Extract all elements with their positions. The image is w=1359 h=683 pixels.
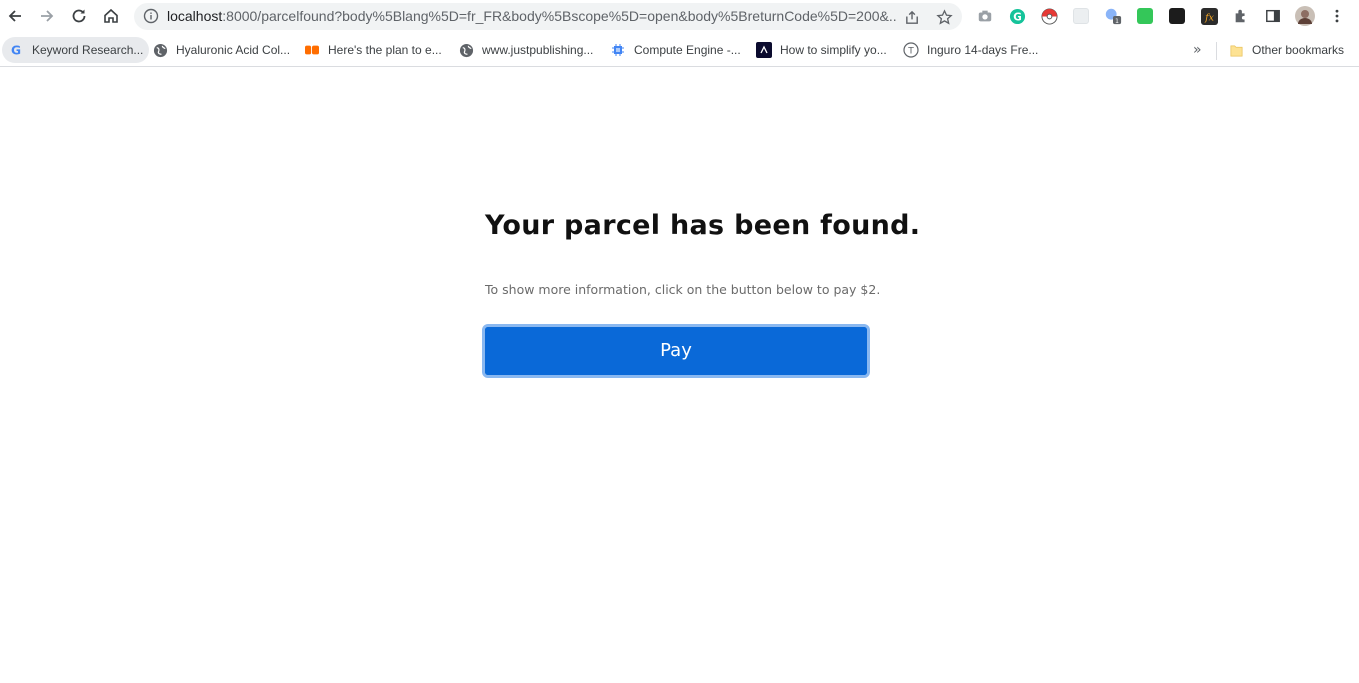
camera-icon bbox=[978, 10, 992, 22]
grammarly-icon: G bbox=[1009, 8, 1025, 24]
chip-icon bbox=[610, 42, 626, 58]
page-subtitle: To show more information, click on the b… bbox=[485, 282, 881, 297]
letter-t-icon: T bbox=[903, 42, 919, 58]
bookmark-label: How to simplify yo... bbox=[780, 43, 887, 57]
more-vert-icon bbox=[1335, 9, 1339, 23]
avatar bbox=[1295, 6, 1315, 26]
bookmark-item[interactable]: How to simplify yo... bbox=[750, 37, 893, 63]
reload-button[interactable] bbox=[67, 4, 91, 28]
bookmark-item[interactable]: Compute Engine -... bbox=[604, 37, 747, 63]
browser-toolbar: localhost:8000/parcelfound?body%5Blang%5… bbox=[0, 0, 1359, 34]
page-title: Your parcel has been found. bbox=[485, 210, 921, 241]
pay-button[interactable]: Pay bbox=[482, 324, 870, 378]
bookmark-label: Here's the plan to e... bbox=[328, 43, 442, 57]
menu-button[interactable] bbox=[1327, 6, 1347, 26]
bookmark-label: Keyword Research... bbox=[32, 43, 144, 57]
svg-text:1: 1 bbox=[1115, 18, 1119, 25]
bookmark-item[interactable]: T Inguro 14-days Fre... bbox=[897, 37, 1044, 63]
bookmarks-overflow-button[interactable]: » bbox=[1193, 42, 1202, 58]
fx-extension[interactable]: fx bbox=[1199, 6, 1219, 26]
globe-icon bbox=[152, 42, 168, 58]
arrow-left-icon bbox=[8, 10, 21, 22]
url-path: :8000/parcelfound?body%5Blang%5D=fr_FR&b… bbox=[222, 8, 897, 24]
puzzle-icon bbox=[1235, 9, 1245, 23]
bookmarks-bar: G Keyword Research... Hyaluronic Acid Co… bbox=[0, 34, 1359, 67]
grammarly-extension[interactable]: G bbox=[1007, 6, 1027, 26]
camera-extension[interactable] bbox=[975, 6, 995, 26]
side-panel-button[interactable] bbox=[1263, 6, 1283, 26]
grid-icon bbox=[1073, 8, 1089, 24]
bookmark-label: Compute Engine -... bbox=[634, 43, 741, 57]
globe-icon bbox=[458, 42, 474, 58]
svg-text:G: G bbox=[1013, 11, 1022, 23]
globe-badge-icon: 1 bbox=[1105, 8, 1122, 25]
address-bar[interactable]: localhost:8000/parcelfound?body%5Blang%5… bbox=[134, 3, 962, 30]
bookmark-item[interactable]: www.justpublishing... bbox=[452, 37, 599, 63]
pay-button-label: Pay bbox=[485, 327, 867, 375]
share-button[interactable] bbox=[903, 8, 921, 26]
bookmarks-divider bbox=[1216, 42, 1217, 60]
home-icon bbox=[104, 8, 118, 23]
bookmark-item[interactable]: Hyaluronic Acid Col... bbox=[146, 37, 296, 63]
bookmark-star-button[interactable] bbox=[935, 8, 953, 26]
green-extension[interactable] bbox=[1135, 6, 1155, 26]
google-icon: G bbox=[8, 42, 24, 58]
pokeball-icon bbox=[1040, 7, 1058, 25]
svg-text:T: T bbox=[907, 47, 914, 57]
url-host: localhost bbox=[167, 8, 223, 24]
dark-logo-icon bbox=[756, 42, 772, 58]
side-panel-icon bbox=[1266, 9, 1280, 23]
share-icon bbox=[905, 10, 918, 24]
bookmark-label: Hyaluronic Acid Col... bbox=[176, 43, 291, 57]
translate-extension[interactable]: 1 bbox=[1103, 6, 1123, 26]
bookmark-item[interactable]: Here's the plan to e... bbox=[298, 37, 448, 63]
arrow-right-icon bbox=[41, 10, 54, 22]
profile-button[interactable] bbox=[1295, 6, 1315, 26]
green-square-icon bbox=[1137, 8, 1153, 24]
orange-logo-icon bbox=[304, 42, 320, 58]
folder-icon bbox=[1228, 42, 1244, 58]
extensions-button[interactable] bbox=[1231, 6, 1251, 26]
url-text: localhost:8000/parcelfound?body%5Blang%5… bbox=[167, 8, 897, 25]
svg-text:G: G bbox=[11, 43, 21, 57]
star-icon bbox=[935, 8, 953, 25]
info-icon[interactable] bbox=[143, 8, 159, 24]
box-extension[interactable] bbox=[1167, 6, 1187, 26]
other-bookmarks-label: Other bookmarks bbox=[1252, 43, 1345, 57]
bookmark-label: Inguro 14-days Fre... bbox=[927, 43, 1039, 57]
bookmark-item[interactable]: G Keyword Research... bbox=[2, 37, 150, 63]
pokeball-extension[interactable] bbox=[1039, 6, 1059, 26]
home-button[interactable] bbox=[99, 4, 123, 28]
box-icon bbox=[1169, 8, 1185, 24]
grid-extension[interactable] bbox=[1071, 6, 1091, 26]
page-content: Your parcel has been found. To show more… bbox=[0, 68, 1359, 683]
svg-text:fx: fx bbox=[1204, 12, 1214, 23]
forward-button[interactable] bbox=[35, 4, 59, 28]
fx-icon: fx bbox=[1200, 7, 1218, 25]
back-button[interactable] bbox=[3, 4, 27, 28]
reload-icon bbox=[72, 9, 86, 23]
bookmark-label: www.justpublishing... bbox=[482, 43, 594, 57]
other-bookmarks[interactable]: Other bookmarks bbox=[1222, 37, 1350, 63]
